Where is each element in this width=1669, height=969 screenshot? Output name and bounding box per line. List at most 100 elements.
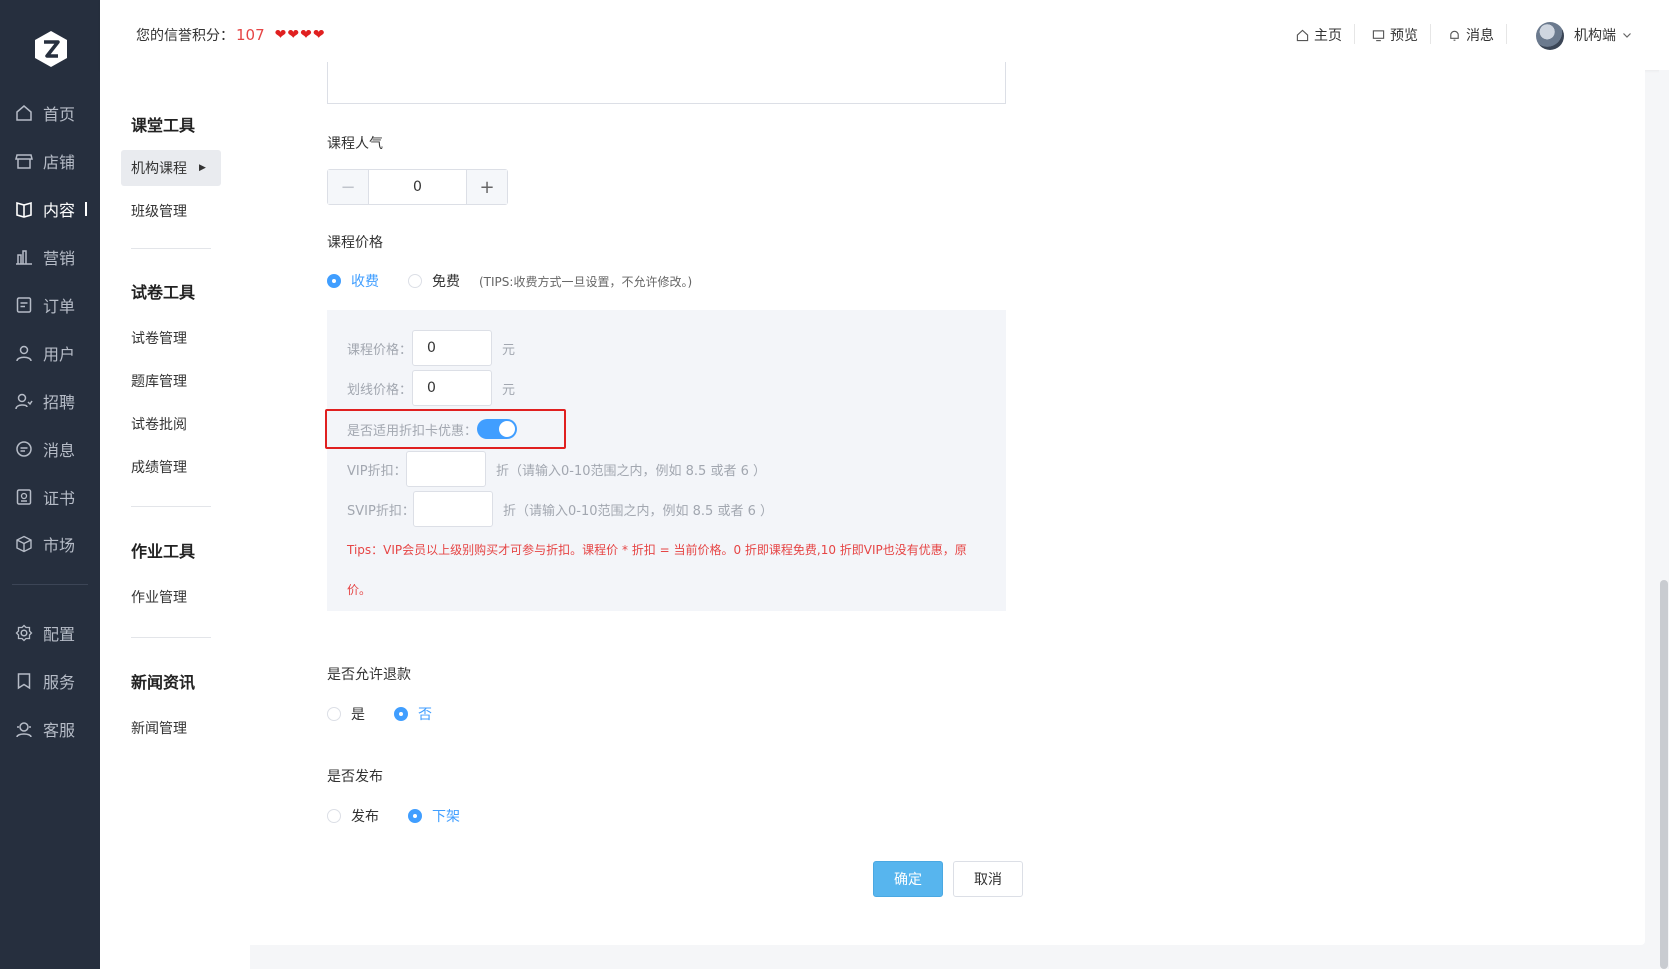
discount-tips-line-1: Tips：VIP会员以上级别购买才可参与折扣。课程价 * 折扣 = 当前价格。0… <box>347 543 967 557</box>
sidebar-item-certificates[interactable]: 证书 <box>0 477 100 517</box>
sidebar-item-label: 消息 <box>43 441 76 460</box>
menu-divider <box>131 506 211 507</box>
svip-discount-input[interactable] <box>413 491 493 527</box>
increment-button[interactable]: + <box>466 170 507 204</box>
vip-discount-hint: 折（请输入0-10范围之内，例如 8.5 或者 6 ） <box>496 464 766 479</box>
menu-item-question-bank[interactable]: 题库管理 <box>131 371 187 391</box>
sidebar-item-marketing[interactable]: 营销 <box>0 237 100 277</box>
price-mode-tips: (TIPS:收费方式一旦设置，不允许修改。) <box>479 275 693 289</box>
radio-dot <box>394 707 408 721</box>
sidebar-item-store[interactable]: 店铺 <box>0 141 100 181</box>
sidebar-item-config[interactable]: 配置 <box>0 613 100 653</box>
course-price-label: 课程价格： <box>347 343 413 358</box>
heart-icon: ❤ <box>287 27 300 43</box>
book-icon <box>15 200 33 218</box>
menu-item-papers[interactable]: 试卷管理 <box>131 328 187 348</box>
sidebar-item-content[interactable]: 内容 <box>0 189 100 229</box>
sidebar-item-messages[interactable]: 消息 <box>0 429 100 469</box>
menu-item-news[interactable]: 新闻管理 <box>131 718 187 738</box>
toggle-knob <box>499 421 515 437</box>
store-icon <box>15 152 33 170</box>
sidebar-item-users[interactable]: 用户 <box>0 333 100 373</box>
popularity-value[interactable]: 0 <box>369 170 466 204</box>
heart-icon: ❤ <box>312 27 325 43</box>
description-textarea[interactable] <box>327 62 1006 104</box>
sidebar-item-label: 客服 <box>43 721 76 740</box>
sidebar-item-home[interactable]: 首页 <box>0 93 100 133</box>
header-divider <box>1506 24 1507 44</box>
sidebar-item-service[interactable]: 服务 <box>0 661 100 701</box>
credit-hearts: ❤ ❤ ❤ ❤ <box>275 27 325 43</box>
publish-label: 是否发布 <box>327 769 383 785</box>
sidebar-item-label: 用户 <box>43 345 76 364</box>
vip-discount-input[interactable] <box>406 451 486 487</box>
user-menu[interactable]: 机构端 <box>1574 25 1632 45</box>
header-link-home[interactable]: 主页 <box>1296 25 1342 45</box>
scrollbar-thumb[interactable] <box>1660 580 1668 969</box>
course-price-input[interactable]: 0 <box>412 330 492 366</box>
strike-price-input[interactable]: 0 <box>412 370 492 406</box>
sidebar-item-label: 首页 <box>43 105 76 124</box>
radio-label: 发布 <box>351 809 379 825</box>
sidebar-item-label: 招聘 <box>43 393 76 412</box>
discount-tips-line-2: 价。 <box>347 583 372 597</box>
certificate-icon <box>15 488 33 506</box>
app-logo-icon[interactable] <box>33 30 69 68</box>
discount-card-label: 是否适用折扣卡优惠： <box>347 424 478 439</box>
decrement-button[interactable]: − <box>328 170 369 204</box>
popularity-label: 课程人气 <box>327 136 383 152</box>
radio-unpublish[interactable]: 下架 <box>408 806 460 826</box>
radio-dot <box>327 707 341 721</box>
radio-label: 是 <box>351 707 365 723</box>
heart-icon: ❤ <box>274 27 287 43</box>
credit-value: 107 <box>236 26 265 44</box>
popularity-stepper: − 0 + <box>327 169 508 205</box>
menu-item-classes[interactable]: 班级管理 <box>131 201 187 221</box>
active-indicator <box>85 202 88 216</box>
radio-free[interactable]: 免费 <box>408 271 460 291</box>
cancel-button[interactable]: 取消 <box>953 861 1023 897</box>
support-icon <box>15 720 33 738</box>
radio-refund-no[interactable]: 否 <box>394 704 432 724</box>
radio-dot <box>327 809 341 823</box>
vip-discount-label: VIP折扣： <box>347 464 407 479</box>
top-header: 您的信誉积分： 107 ❤ ❤ ❤ ❤ 主页 预览 消息 机构端 <box>100 0 1669 70</box>
radio-label: 下架 <box>432 809 460 825</box>
menu-item-label: 机构课程 <box>131 161 187 177</box>
radio-refund-yes[interactable]: 是 <box>327 704 365 724</box>
sidebar-item-support[interactable]: 客服 <box>0 709 100 749</box>
discount-card-toggle[interactable] <box>477 419 517 439</box>
home-icon <box>1296 29 1309 42</box>
sidebar-item-label: 配置 <box>43 625 76 644</box>
avatar[interactable] <box>1536 22 1564 50</box>
menu-item-grading[interactable]: 试卷批阅 <box>131 414 187 434</box>
menu-group-title: 新闻资讯 <box>131 673 196 692</box>
menu-group-title: 课堂工具 <box>131 116 196 135</box>
sidebar-item-market[interactable]: 市场 <box>0 524 100 564</box>
menu-item-homework[interactable]: 作业管理 <box>131 587 187 607</box>
radio-label: 否 <box>418 707 432 723</box>
sidebar-item-recruit[interactable]: 招聘 <box>0 381 100 421</box>
menu-divider <box>131 637 211 638</box>
sidebar-item-label: 订单 <box>43 297 76 316</box>
sidebar-item-orders[interactable]: 订单 <box>0 285 100 325</box>
radio-publish[interactable]: 发布 <box>327 806 379 826</box>
header-link-messages[interactable]: 消息 <box>1448 25 1494 45</box>
menu-item-scores[interactable]: 成绩管理 <box>131 457 187 477</box>
bar-chart-icon <box>15 248 33 266</box>
header-divider <box>1430 24 1431 44</box>
radio-dot <box>408 274 422 288</box>
radio-paid[interactable]: 收费 <box>327 271 379 291</box>
monitor-icon <box>1372 29 1385 42</box>
menu-group-title: 作业工具 <box>131 542 196 561</box>
sidebar-item-label: 证书 <box>43 489 76 508</box>
bookmark-icon <box>15 672 33 690</box>
message-icon <box>15 440 33 458</box>
menu-item-courses[interactable]: 机构课程 ▶ <box>121 150 221 186</box>
refund-label: 是否允许退款 <box>327 667 411 683</box>
strike-price-label: 划线价格： <box>347 383 413 398</box>
confirm-button[interactable]: 确定 <box>873 861 943 897</box>
header-link-preview[interactable]: 预览 <box>1372 25 1418 45</box>
sidebar-item-label: 市场 <box>43 536 76 555</box>
bell-icon <box>1448 29 1461 42</box>
